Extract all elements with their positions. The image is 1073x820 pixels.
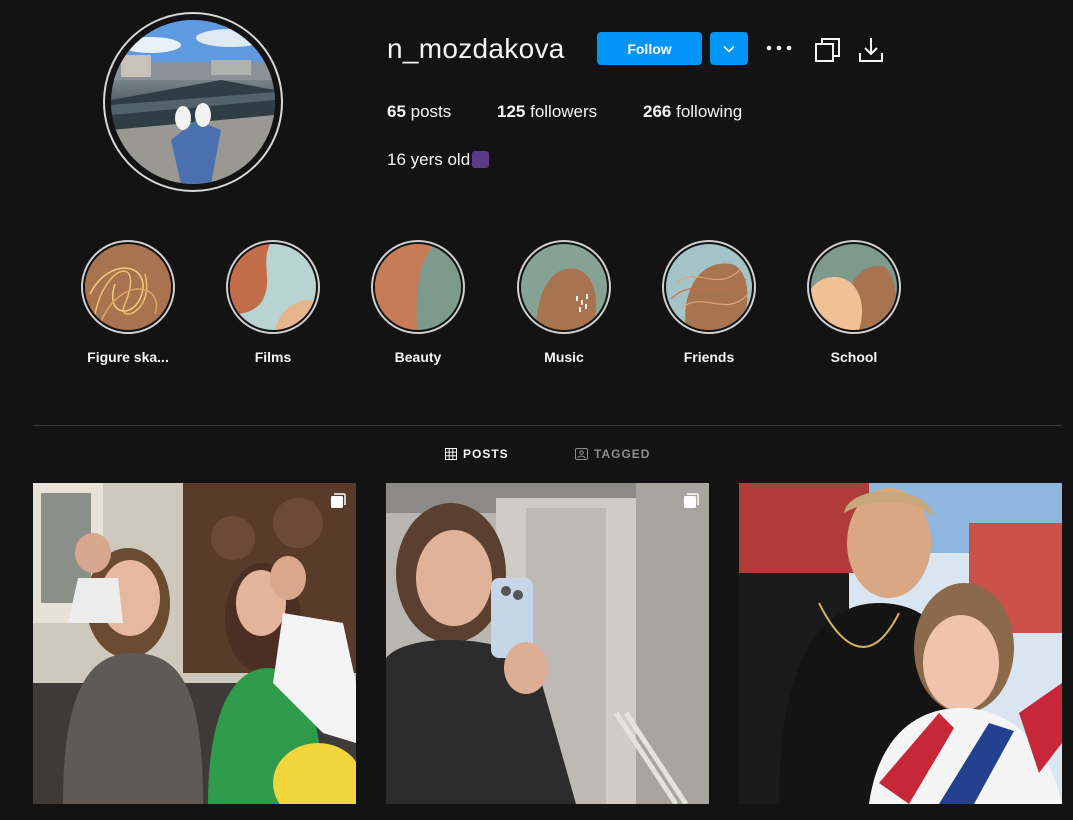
tab-posts-label: POSTS [463,447,509,461]
post-photo [386,483,709,804]
profile-avatar[interactable] [103,12,283,192]
post-photo [739,483,1062,804]
post-thumbnail-3[interactable] [739,483,1062,804]
highlight-ring [662,240,756,334]
following-count: 266 [643,102,672,121]
highlight-figure-skating[interactable]: Figure ska... [63,240,193,365]
posts-label: posts [405,102,452,121]
followers-label: followers [525,102,598,121]
highlight-school[interactable]: School [789,240,919,365]
copy-icon[interactable] [814,36,842,69]
highlight-label: Figure ska... [87,349,169,365]
bio-text: 16 yers old [387,150,471,169]
posts-count-stat: 65 posts [387,102,451,122]
highlight-cover [521,244,607,330]
highlight-beauty[interactable]: Beauty [353,240,483,365]
highlight-films[interactable]: Films [208,240,338,365]
sparkles-emoji-icon [472,151,490,168]
highlight-cover [375,244,461,330]
posts-count: 65 [387,102,406,121]
profile-username: n_mozdakova [387,33,565,64]
highlight-label: Beauty [394,349,442,365]
tabs-divider [33,425,1062,426]
highlight-cover [811,244,897,330]
highlight-label: Films [254,349,292,365]
tab-posts[interactable]: POSTS [445,447,509,461]
highlight-label: Music [544,349,584,365]
download-icon[interactable] [858,36,884,69]
highlight-ring [371,240,465,334]
multiple-photos-icon [331,493,346,508]
highlight-label: School [830,349,878,365]
highlight-cover [85,244,171,330]
followers-stat[interactable]: 125 followers [497,102,597,122]
highlight-friends[interactable]: Friends [644,240,774,365]
highlight-ring [81,240,175,334]
following-label: following [671,102,743,121]
followers-count: 125 [497,102,526,121]
highlight-music[interactable]: Music [499,240,629,365]
more-options-icon[interactable] [765,38,793,58]
highlight-ring [517,240,611,334]
highlight-ring [226,240,320,334]
post-thumbnail-2[interactable] [386,483,709,804]
tagged-person-icon [575,448,588,460]
chevron-down-icon [723,45,735,53]
multiple-photos-icon [684,493,699,508]
highlight-cover [666,244,752,330]
tab-tagged[interactable]: TAGGED [575,447,650,461]
post-thumbnail-1[interactable] [33,483,356,804]
avatar-photo [111,20,275,184]
suggested-dropdown-button[interactable] [710,32,748,65]
grid-icon [445,448,457,460]
follow-button[interactable]: Follow [597,32,702,65]
profile-bio: 16 yers old [387,150,490,170]
tab-tagged-label: TAGGED [594,447,651,461]
highlight-cover [230,244,316,330]
following-stat[interactable]: 266 following [643,102,742,122]
profile-page: n_mozdakova Follow 65 posts 125 follower… [0,0,1073,820]
post-photo [33,483,356,804]
highlight-label: Friends [683,349,735,365]
highlight-ring [807,240,901,334]
